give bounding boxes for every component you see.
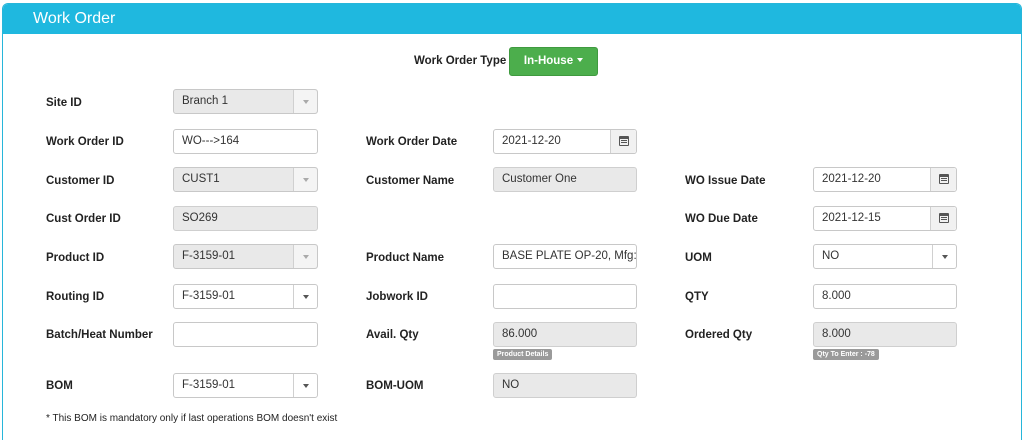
ordered-qty-field: 8.000 <box>813 322 957 347</box>
caret-down-icon <box>303 384 309 388</box>
qty-label: QTY <box>685 291 709 303</box>
work-order-id-input[interactable]: WO--->164 <box>173 129 318 154</box>
jobwork-id-label: Jobwork ID <box>366 291 428 303</box>
panel-title: Work Order <box>3 4 1021 34</box>
routing-id-select[interactable]: F-3159-01 <box>173 284 318 309</box>
wo-due-date-label: WO Due Date <box>685 213 758 225</box>
customer-name-label: Customer Name <box>366 175 455 187</box>
site-id-label: Site ID <box>46 97 82 109</box>
site-id-select[interactable]: Branch 1 <box>173 89 318 114</box>
routing-id-label: Routing ID <box>46 291 105 303</box>
caret-down-icon <box>303 255 309 259</box>
bom-label: BOM <box>46 380 73 392</box>
cust-order-id-label: Cust Order ID <box>46 213 121 225</box>
work-order-type-value: In-House <box>523 55 574 67</box>
product-name-label: Product Name <box>366 252 444 264</box>
customer-id-value: CUST1 <box>182 173 220 185</box>
avail-qty-field: 86.000 <box>493 322 637 347</box>
product-id-value: F-3159-01 <box>182 250 236 262</box>
wo-issue-date-input[interactable]: 2021-12-20 <box>813 167 957 192</box>
product-details-badge[interactable]: Product Details <box>493 349 553 360</box>
customer-id-label: Customer ID <box>46 175 115 187</box>
product-id-label: Product ID <box>46 252 105 264</box>
batch-heat-number-label: Batch/Heat Number <box>46 329 153 341</box>
caret-down-icon <box>303 295 309 299</box>
work-order-type-button[interactable]: In-House <box>509 47 598 76</box>
wo-due-date-picker-button[interactable] <box>930 207 956 230</box>
avail-qty-label: Avail. Qty <box>366 329 419 341</box>
wo-due-date-value: 2021-12-15 <box>822 212 881 224</box>
caret-down-icon <box>577 58 584 62</box>
uom-label: UOM <box>685 252 712 264</box>
work-order-type-label: Work Order Type <box>414 55 507 67</box>
uom-select[interactable]: NO <box>813 244 957 269</box>
bom-mandatory-note: * This BOM is mandatory only if last ope… <box>46 413 338 424</box>
work-order-date-input[interactable]: 2021-12-20 <box>493 129 637 154</box>
calendar-icon <box>939 174 949 184</box>
wo-issue-date-value: 2021-12-20 <box>822 173 881 185</box>
product-name-input[interactable]: BASE PLATE OP-20, Mfg: <box>493 244 637 269</box>
bom-value: F-3159-01 <box>182 379 236 391</box>
caret-down-icon <box>942 255 948 259</box>
work-order-date-value: 2021-12-20 <box>502 135 561 147</box>
uom-value: NO <box>822 250 840 262</box>
site-id-value: Branch 1 <box>182 95 229 107</box>
batch-heat-number-input[interactable] <box>173 322 318 347</box>
bom-uom-label: BOM-UOM <box>366 380 424 392</box>
work-order-date-label: Work Order Date <box>366 136 458 148</box>
bom-select[interactable]: F-3159-01 <box>173 373 318 398</box>
bom-uom-field: NO <box>493 373 637 398</box>
qty-to-enter-badge: Qty To Enter : -78 <box>813 349 879 360</box>
wo-due-date-input[interactable]: 2021-12-15 <box>813 206 957 231</box>
product-id-select[interactable]: F-3159-01 <box>173 244 318 269</box>
qty-input[interactable]: 8.000 <box>813 284 957 309</box>
work-order-date-picker-button[interactable] <box>610 130 636 153</box>
customer-id-select[interactable]: CUST1 <box>173 167 318 192</box>
caret-down-icon <box>303 100 309 104</box>
routing-id-value: F-3159-01 <box>182 290 236 302</box>
work-order-id-label: Work Order ID <box>46 136 124 148</box>
wo-issue-date-label: WO Issue Date <box>685 175 766 187</box>
customer-name-field: Customer One <box>493 167 637 192</box>
calendar-icon <box>619 136 629 146</box>
jobwork-id-input[interactable] <box>493 284 637 309</box>
cust-order-id-field: SO269 <box>173 206 318 231</box>
calendar-icon <box>939 213 949 223</box>
caret-down-icon <box>303 178 309 182</box>
ordered-qty-label: Ordered Qty <box>685 329 753 341</box>
wo-issue-date-picker-button[interactable] <box>930 168 956 191</box>
